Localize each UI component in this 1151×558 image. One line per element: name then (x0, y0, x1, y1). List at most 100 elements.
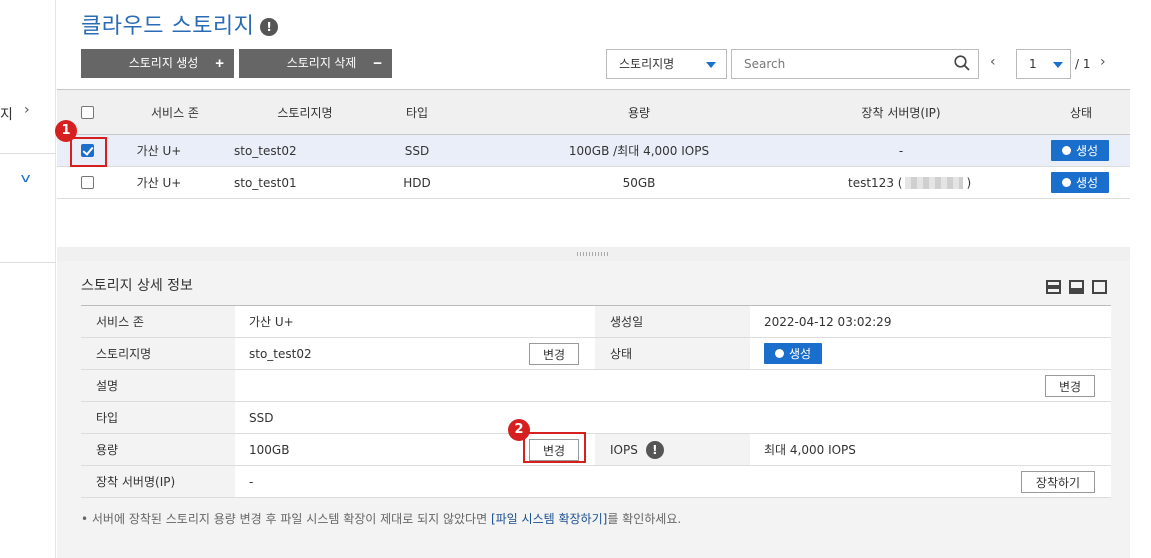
page-title-text: 클라우드 스토리지 (81, 14, 255, 39)
sidebar-item-group[interactable]: v (0, 155, 56, 263)
row-server-suffix: ) (966, 175, 972, 190)
change-name-button[interactable]: 변경 (529, 343, 579, 365)
status-badge[interactable]: 생성 (764, 343, 822, 364)
row-type: HDD (403, 175, 431, 190)
status-badge[interactable]: 생성 (1051, 172, 1109, 193)
maximize-panel-icon[interactable] (1092, 280, 1107, 294)
row-name: sto_test01 (234, 175, 297, 190)
server-label: 장착 서버명(IP) (81, 466, 235, 497)
search-filter-select[interactable]: 스토리지명 (606, 49, 727, 79)
caret-down-icon (706, 62, 716, 68)
minus-icon: − (373, 55, 382, 72)
detail-row-type: 타입 SSD (81, 402, 1111, 434)
name-label: 스토리지명 (81, 338, 235, 369)
drag-handle-icon[interactable] (577, 252, 609, 256)
detail-row-server: 장착 서버명(IP) - 장착하기 (81, 466, 1111, 498)
table-row[interactable]: 가산 U+ sto_test02 SSD 100GB /최대 4,000 IOP… (57, 135, 1130, 167)
iops-value: 최대 4,000 IOPS (750, 434, 1111, 465)
row-server: test123 () (848, 167, 971, 198)
select-all-checkbox[interactable] (81, 105, 94, 119)
attach-button[interactable]: 장착하기 (1021, 471, 1095, 493)
sidebar-item-storage[interactable]: 지 › (0, 88, 56, 154)
row-type: SSD (404, 143, 430, 158)
info-icon[interactable]: ! (645, 440, 664, 459)
desc-label: 설명 (81, 370, 235, 401)
prev-page-icon[interactable]: ‹ (990, 54, 996, 70)
created-value: 2022-04-12 03:02:29 (750, 306, 1111, 337)
column-header-type[interactable]: 타입 (375, 90, 459, 134)
search-input[interactable] (732, 50, 932, 78)
row-checkbox[interactable] (81, 176, 94, 189)
row-server-text: test123 ( (848, 175, 903, 190)
delete-storage-button[interactable]: 스토리지 삭제 − (239, 49, 392, 78)
next-page-icon[interactable]: › (1100, 54, 1106, 70)
plus-icon: + (215, 55, 224, 72)
resize-splitter[interactable] (57, 247, 1130, 261)
capacity-label: 용량 (81, 434, 235, 465)
table-row[interactable]: 가산 U+ sto_test01 HDD 50GB test123 () 생성 (57, 167, 1130, 199)
iops-label-cell: IOPS! (595, 434, 750, 465)
search-box (731, 49, 979, 79)
detail-title: 스토리지 상세 정보 (81, 278, 193, 294)
status-badge[interactable]: 생성 (1051, 140, 1109, 161)
redacted-ip (905, 176, 964, 189)
zone-value: 가산 U+ (235, 306, 595, 337)
highlight-box (70, 137, 107, 167)
status-label: 생성 (1075, 144, 1099, 158)
half-panel-icon[interactable] (1069, 280, 1084, 294)
chevron-right-icon: › (24, 102, 30, 118)
column-header-zone[interactable]: 서비스 존 (115, 90, 235, 134)
status-dot-icon (774, 349, 784, 358)
expand-fs-link[interactable]: [파일 시스템 확장하기] (491, 512, 607, 526)
create-storage-label: 스토리지 생성 (128, 56, 199, 70)
column-header-capacity[interactable]: 용량 (459, 90, 819, 134)
search-filter-value: 스토리지명 (619, 57, 675, 71)
detail-row-zone: 서비스 존 가산 U+ 생성일 2022-04-12 03:02:29 (81, 306, 1111, 338)
status-value-cell: 생성 (750, 338, 1111, 369)
type-value: SSD (235, 402, 1111, 433)
note-prefix: • 서버에 장착된 스토리지 용량 변경 후 파일 시스템 확장이 제대로 되지… (81, 512, 491, 526)
status-label: 상태 (595, 338, 750, 369)
highlight-box (523, 432, 586, 463)
status-dot-icon (1061, 178, 1071, 187)
storage-grid: 서비스 존 스토리지명 타입 용량 장착 서버명(IP) 상태 가산 U+ st… (57, 89, 1130, 199)
detail-table: 서비스 존 가산 U+ 생성일 2022-04-12 03:02:29 스토리지… (81, 305, 1111, 498)
change-desc-button[interactable]: 변경 (1045, 375, 1095, 397)
view-mode-controls (1046, 280, 1107, 294)
created-label: 생성일 (595, 306, 750, 337)
row-capacity: 100GB /최대 4,000 IOPS (568, 144, 710, 158)
detail-row-capacity: 용량 100GB 변경 IOPS! 최대 4,000 IOPS (81, 434, 1111, 466)
desc-value (235, 370, 1111, 401)
create-storage-button[interactable]: 스토리지 생성 + (81, 49, 234, 78)
info-icon[interactable]: ! (260, 18, 279, 36)
page-total: / 1 (1075, 57, 1091, 71)
detail-row-desc: 설명 변경 (81, 370, 1111, 402)
row-name: sto_test02 (234, 143, 297, 158)
note-suffix: 를 확인하세요. (607, 512, 682, 526)
main-content: 클라우드 스토리지! 스토리지 생성 + 스토리지 삭제 − 스토리지명 ‹ 1… (57, 0, 1130, 558)
grid-empty-area (57, 199, 1130, 247)
row-server: - (898, 143, 904, 158)
column-header-server[interactable]: 장착 서버명(IP) (819, 90, 983, 134)
zone-label: 서비스 존 (81, 306, 235, 337)
column-header-status[interactable]: 상태 (1047, 90, 1115, 134)
sidebar-item-label: 지 (0, 107, 13, 123)
page-title: 클라우드 스토리지! (81, 8, 279, 40)
row-zone: 가산 U+ (136, 176, 182, 190)
grid-header: 서비스 존 스토리지명 타입 용량 장착 서버명(IP) 상태 (57, 89, 1130, 135)
status-label: 생성 (1075, 176, 1099, 190)
column-header-name[interactable]: 스토리지명 (235, 90, 375, 134)
server-value: - (235, 466, 1111, 497)
search-icon[interactable] (954, 55, 970, 71)
delete-storage-label: 스토리지 삭제 (286, 56, 357, 70)
storage-detail-panel: 스토리지 상세 정보 서비스 존 가산 U+ 생성일 2022-04-12 03… (57, 261, 1130, 558)
chevron-down-icon: v (20, 171, 31, 185)
iops-label: IOPS (610, 442, 638, 457)
detail-row-name: 스토리지명 sto_test02 변경 상태 생성 (81, 338, 1111, 370)
page-select[interactable]: 1 (1016, 49, 1071, 79)
row-capacity: 50GB (622, 175, 656, 190)
caret-down-icon (1053, 62, 1063, 68)
help-note: • 서버에 장착된 스토리지 용량 변경 후 파일 시스템 확장이 제대로 되지… (81, 510, 681, 527)
minimize-panel-icon[interactable] (1046, 280, 1061, 294)
sidebar: 지 › v (0, 0, 56, 558)
